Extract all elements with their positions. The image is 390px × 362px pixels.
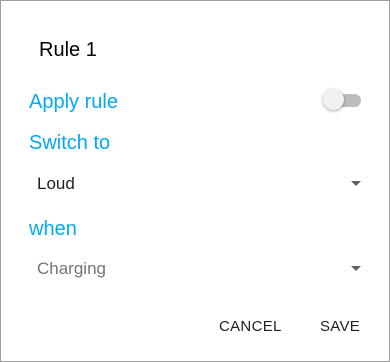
mode-spinner[interactable]: Loud [29,167,365,201]
when-label: when [29,218,77,240]
switch-to-label: Switch to [29,132,111,154]
apply-rule-label: Apply rule [29,91,118,113]
condition-spinner[interactable]: Charging [29,252,365,286]
mode-spinner-value: Loud [37,174,75,193]
cancel-button[interactable]: CANCEL [219,317,282,337]
toggle-thumb [323,89,344,110]
apply-rule-toggle[interactable] [323,89,361,111]
dialog-title: Rule 1 [39,39,97,61]
rule-dialog: Rule 1 Apply rule Switch to Loud when Ch… [0,0,390,362]
dropdown-arrow-icon [351,181,361,186]
save-button[interactable]: SAVE [320,317,360,337]
condition-spinner-value: Charging [37,259,106,278]
dropdown-arrow-icon [351,266,361,271]
